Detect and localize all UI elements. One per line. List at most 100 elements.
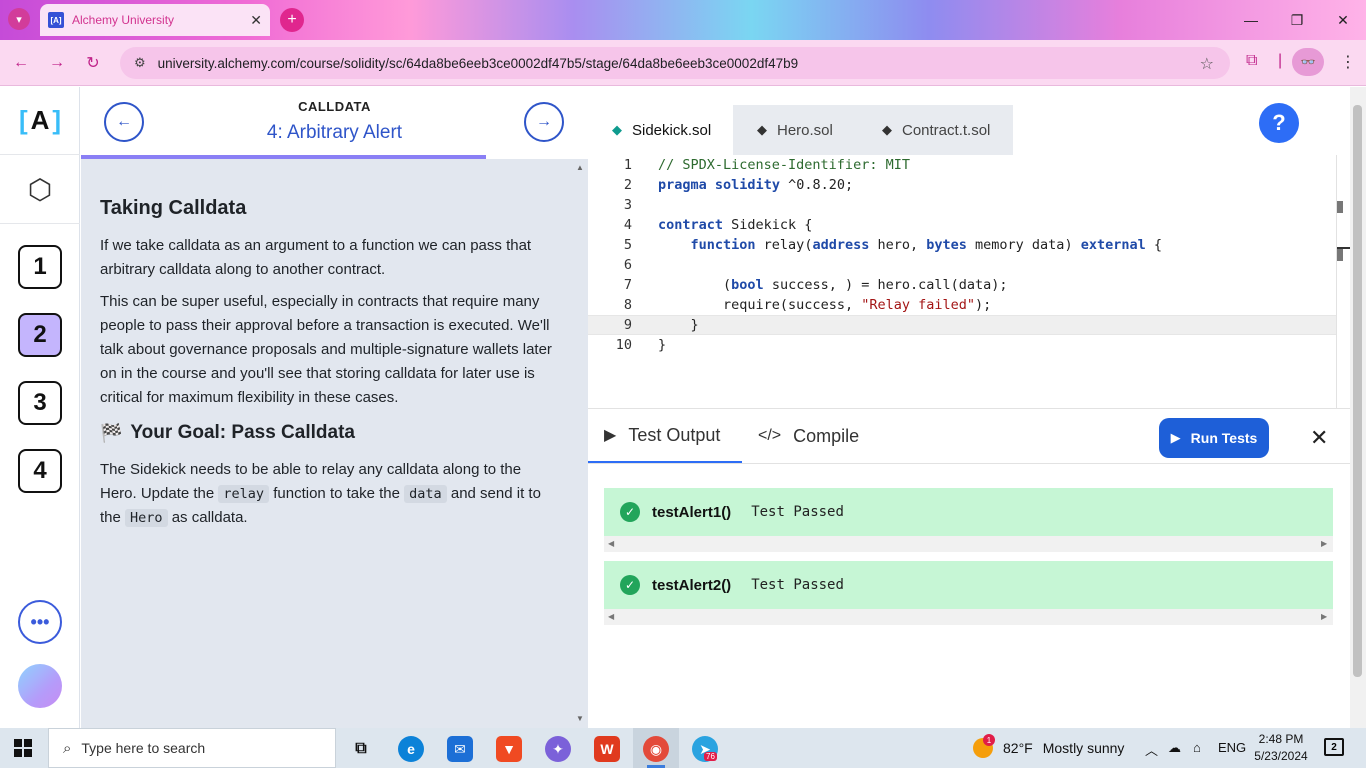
alchemy-favicon: [A] (48, 12, 64, 28)
forward-arrow-icon[interactable]: → (46, 52, 68, 74)
test-status: Test Passed (751, 504, 844, 520)
scroll-down-icon[interactable]: ▼ (576, 714, 584, 723)
network-icon[interactable]: ⌂ (1193, 740, 1201, 755)
weather-temp: 82°F (1003, 740, 1033, 756)
code-line: 8 require(success, "Relay failed"); (623, 297, 992, 313)
inline-code-relay: relay (218, 485, 270, 503)
minimize-icon[interactable]: — (1228, 0, 1274, 40)
divider: | (1278, 52, 1283, 69)
play-icon: ▶ (1170, 430, 1181, 445)
help-button[interactable]: ? (1259, 103, 1299, 143)
chevron-up-icon[interactable]: ︿ (1145, 740, 1158, 759)
code-editor[interactable]: 1 // SPDX-License-Identifier: MIT 2 prag… (588, 155, 1350, 408)
browser-tab[interactable]: [A] Alchemy University ✕ (40, 4, 270, 36)
horizontal-scrollbar[interactable]: ◀ ▶ (604, 609, 1333, 625)
lesson-paragraph-2: This can be super useful, especially in … (100, 293, 552, 406)
ethereum-icon: ◆ (612, 122, 622, 137)
bookmark-star-icon[interactable]: ☆ (1200, 54, 1214, 74)
reload-icon[interactable]: ↻ (82, 52, 104, 74)
code-line: 10 } (615, 337, 667, 353)
search-icon: ⌕ (63, 739, 72, 757)
extensions-icon[interactable]: ⧉ (1246, 52, 1257, 70)
lesson-title: 4: Arbitrary Alert (266, 122, 403, 143)
lesson-header: CALLDATA 4: Arbitrary Alert ← → (81, 87, 588, 159)
url-text: university.alchemy.com/course/solidity/s… (157, 55, 799, 71)
scroll-marker (1337, 201, 1343, 213)
brave-icon[interactable]: ▼ (496, 736, 522, 762)
cloud-icon[interactable]: ☁ (1168, 740, 1181, 756)
task-view-icon[interactable]: ⧉ (348, 736, 374, 762)
next-lesson-button[interactable]: → (524, 102, 564, 142)
clock[interactable]: 2:48 PM 5/23/2024 (1252, 731, 1310, 765)
goal-paragraph: The Sidekick needs to be able to relay a… (100, 461, 541, 527)
weather-desc: Mostly sunny (1042, 740, 1125, 756)
output-panel: ▶ Test Output </> Compile ▶ Run Tests ✕ … (588, 408, 1350, 728)
test-result: ✓ testAlert1() Test Passed ◀ ▶ (604, 488, 1333, 552)
lesson-heading: Taking Calldata (100, 197, 247, 219)
back-arrow-icon[interactable]: ← (10, 52, 32, 74)
mail-icon[interactable]: ✉ (447, 736, 473, 762)
tab-title: Alchemy University (72, 13, 175, 27)
scroll-up-icon[interactable]: ▲ (576, 163, 584, 172)
course-map-icon[interactable]: ⬡ (0, 156, 80, 224)
test-name: testAlert1() (652, 503, 732, 521)
close-icon[interactable]: ✕ (1310, 425, 1328, 451)
check-circle-icon: ✓ (620, 502, 640, 522)
notification-icon[interactable]: 2 (1324, 738, 1344, 756)
kebab-menu-icon[interactable]: ⋮ (1340, 52, 1356, 72)
goal-heading-text: Your Goal: Pass Calldata (130, 422, 355, 443)
page-scrollbar[interactable] (1350, 87, 1366, 728)
tab-hero-sol[interactable]: ◆ Hero.sol (733, 105, 858, 155)
edge-icon[interactable]: e (398, 736, 424, 762)
plus-icon[interactable]: + (280, 8, 304, 32)
code-line: 3 (623, 197, 632, 213)
close-icon[interactable]: ✕ (250, 12, 262, 29)
horizontal-scrollbar[interactable]: ◀ ▶ (604, 536, 1333, 552)
code-line: 5 function relay(address hero, bytes mem… (623, 237, 1162, 253)
lesson-scrollbar[interactable]: ▲ ▼ (572, 159, 588, 728)
language-indicator[interactable]: ENG (1218, 740, 1246, 755)
tab-contract-t-sol[interactable]: ◆ Contract.t.sol (858, 105, 1013, 155)
window-close-icon[interactable]: ✕ (1320, 0, 1366, 40)
inline-code-hero: Hero (125, 509, 168, 527)
tab-test-output[interactable]: ▶ Test Output (588, 409, 742, 463)
user-avatar[interactable] (18, 664, 62, 708)
play-icon: ▶ (604, 427, 617, 444)
chrome-icon[interactable]: ◉ (643, 736, 669, 762)
previous-lesson-button[interactable]: ← (104, 102, 144, 142)
site-settings-icon[interactable]: ⚙ (134, 55, 146, 71)
inline-code-data: data (404, 485, 447, 503)
stage-button-1[interactable]: 1 (18, 245, 62, 289)
scroll-marker (1337, 249, 1343, 261)
code-line: 4 contract Sidekick { (623, 217, 813, 233)
stage-button-2[interactable]: 2 (18, 313, 62, 357)
tab-compile[interactable]: </> Compile (758, 409, 859, 463)
goal-heading: 🏁 Your Goal: Pass Calldata (100, 422, 552, 444)
profile-icon[interactable]: 👓 (1292, 48, 1324, 76)
address-bar: ← → ↻ ⚙ university.alchemy.com/course/so… (0, 40, 1366, 86)
run-tests-button[interactable]: ▶ Run Tests (1159, 418, 1269, 458)
code-scrollbar[interactable] (1336, 155, 1351, 408)
weather-widget[interactable]: 1 82°F Mostly sunny (973, 728, 1124, 768)
more-options-button[interactable]: ••• (18, 600, 62, 644)
maximize-icon[interactable]: ❐ (1274, 0, 1320, 40)
alchemy-logo[interactable]: [A] (0, 87, 80, 155)
editor-tabs: ◆ Sidekick.sol ◆ Hero.sol ◆ Contract.t.s… (588, 105, 1350, 155)
wps-icon[interactable]: W (594, 736, 620, 762)
windows-start-icon[interactable] (14, 739, 32, 757)
section-label: CALLDATA (298, 99, 371, 114)
code-line-current: 9 } (588, 315, 1350, 335)
stage-button-3[interactable]: 3 (18, 381, 62, 425)
ethereum-icon: ◆ (757, 122, 767, 137)
copilot-icon[interactable]: ✦ (545, 736, 571, 762)
scroll-thumb[interactable] (1353, 105, 1362, 677)
url-input[interactable]: ⚙ university.alchemy.com/course/solidity… (120, 47, 1230, 79)
code-line: 7 (bool success, ) = hero.call(data); (623, 277, 1008, 293)
browser-tab-bar: ▾ [A] Alchemy University ✕ + — ❐ ✕ (0, 0, 1366, 40)
tab-search-icon[interactable]: ▾ (8, 8, 30, 30)
code-line: 2 pragma solidity ^0.8.20; (623, 177, 854, 193)
tab-sidekick-sol[interactable]: ◆ Sidekick.sol (588, 105, 733, 155)
taskbar-search-input[interactable]: ⌕ Type here to search (48, 728, 336, 768)
checkered-flag-icon: 🏁 (100, 422, 123, 443)
stage-button-4[interactable]: 4 (18, 449, 62, 493)
